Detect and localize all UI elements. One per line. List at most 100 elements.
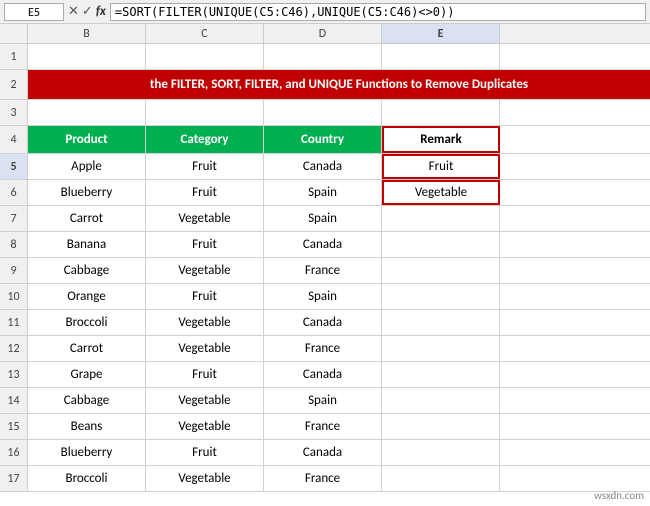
row-num-8: 8 xyxy=(0,232,28,257)
cell-c10[interactable]: Fruit xyxy=(146,284,264,309)
cell-d17[interactable]: France xyxy=(264,466,382,491)
cell-d15[interactable]: France xyxy=(264,414,382,439)
cell-b7[interactable]: Carrot xyxy=(28,206,146,231)
row-7: 7 Carrot Vegetable Spain xyxy=(0,206,650,232)
cell-c7[interactable]: Vegetable xyxy=(146,206,264,231)
row-4: 4 Product Category Country Remark xyxy=(0,126,650,154)
cell-b11[interactable]: Broccoli xyxy=(28,310,146,335)
cell-e13[interactable] xyxy=(382,362,500,387)
cell-c1[interactable] xyxy=(146,44,264,69)
row-num-2: 2 xyxy=(0,70,28,99)
row-num-3: 3 xyxy=(0,100,28,125)
cell-e14[interactable] xyxy=(382,388,500,413)
row-6: 6 Blueberry Fruit Spain Vegetable xyxy=(0,180,650,206)
cell-e8[interactable] xyxy=(382,232,500,257)
row-2: 2 the FILTER, SORT, FILTER, and UNIQUE F… xyxy=(0,70,650,100)
cell-c3[interactable] xyxy=(146,100,264,125)
row-num-11: 11 xyxy=(0,310,28,335)
col-header-c[interactable]: C xyxy=(146,24,264,43)
cell-b12[interactable]: Carrot xyxy=(28,336,146,361)
col-header-d[interactable]: D xyxy=(264,24,382,43)
cell-e9[interactable] xyxy=(382,258,500,283)
row-5: 5 Apple Fruit Canada Fruit xyxy=(0,154,650,180)
cell-c15[interactable]: Vegetable xyxy=(146,414,264,439)
row-num-12: 12 xyxy=(0,336,28,361)
cell-d1[interactable] xyxy=(264,44,382,69)
col-header-e[interactable]: E xyxy=(382,24,500,43)
cell-d11[interactable]: Canada xyxy=(264,310,382,335)
cell-d8[interactable]: Canada xyxy=(264,232,382,257)
row-17: 17 Broccoli Vegetable France xyxy=(0,466,650,492)
cell-e11[interactable] xyxy=(382,310,500,335)
cell-c12[interactable]: Vegetable xyxy=(146,336,264,361)
cell-c13[interactable]: Fruit xyxy=(146,362,264,387)
cell-reference[interactable]: E5 xyxy=(4,3,64,21)
cell-b1[interactable] xyxy=(28,44,146,69)
cell-d12[interactable]: France xyxy=(264,336,382,361)
row-num-13: 13 xyxy=(0,362,28,387)
cell-b13[interactable]: Grape xyxy=(28,362,146,387)
row-num-4: 4 xyxy=(0,126,28,153)
cell-d16[interactable]: Canada xyxy=(264,440,382,465)
header-remark[interactable]: Remark xyxy=(382,126,500,153)
cell-d3[interactable] xyxy=(264,100,382,125)
row-10: 10 Orange Fruit Spain xyxy=(0,284,650,310)
row-num-1: 1 xyxy=(0,44,28,69)
column-headers: B C D E xyxy=(0,24,650,44)
cell-e16[interactable] xyxy=(382,440,500,465)
cell-b3[interactable] xyxy=(28,100,146,125)
cell-b8[interactable]: Banana xyxy=(28,232,146,257)
cell-b6[interactable]: Blueberry xyxy=(28,180,146,205)
spreadsheet: 1 2 the FILTER, SORT, FILTER, and UNIQUE… xyxy=(0,44,650,154)
cell-c8[interactable]: Fruit xyxy=(146,232,264,257)
cell-e7[interactable] xyxy=(382,206,500,231)
cell-e3[interactable] xyxy=(382,100,500,125)
cell-b15[interactable]: Beans xyxy=(28,414,146,439)
cell-d7[interactable]: Spain xyxy=(264,206,382,231)
row-1: 1 xyxy=(0,44,650,70)
cell-c5[interactable]: Fruit xyxy=(146,154,264,179)
cell-b14[interactable]: Cabbage xyxy=(28,388,146,413)
cell-c16[interactable]: Fruit xyxy=(146,440,264,465)
col-header-rownum xyxy=(0,24,28,43)
cell-c17[interactable]: Vegetable xyxy=(146,466,264,491)
cell-b17[interactable]: Broccoli xyxy=(28,466,146,491)
row-num-6: 6 xyxy=(0,180,28,205)
cancel-icon[interactable]: ✕ xyxy=(68,4,79,19)
cell-e17[interactable] xyxy=(382,466,500,491)
cell-e15[interactable] xyxy=(382,414,500,439)
cell-e12[interactable] xyxy=(382,336,500,361)
cell-d10[interactable]: Spain xyxy=(264,284,382,309)
cell-e6[interactable]: Vegetable xyxy=(382,180,500,205)
banner-cell: the FILTER, SORT, FILTER, and UNIQUE Fun… xyxy=(28,70,650,99)
col-header-b[interactable]: B xyxy=(28,24,146,43)
cell-d5[interactable]: Canada xyxy=(264,154,382,179)
row-9: 9 Cabbage Vegetable France xyxy=(0,258,650,284)
cell-d13[interactable]: Canada xyxy=(264,362,382,387)
cell-e10[interactable] xyxy=(382,284,500,309)
fx-icon: fx xyxy=(96,4,106,19)
formula-input[interactable]: =SORT(FILTER(UNIQUE(C5:C46),UNIQUE(C5:C4… xyxy=(110,3,646,21)
cell-c6[interactable]: Fruit xyxy=(146,180,264,205)
row-num-14: 14 xyxy=(0,388,28,413)
cell-d14[interactable]: Spain xyxy=(264,388,382,413)
cell-b16[interactable]: Blueberry xyxy=(28,440,146,465)
cell-b9[interactable]: Cabbage xyxy=(28,258,146,283)
cell-b10[interactable]: Orange xyxy=(28,284,146,309)
cell-e1[interactable] xyxy=(382,44,500,69)
cell-e5[interactable]: Fruit xyxy=(382,154,500,179)
cell-c9[interactable]: Vegetable xyxy=(146,258,264,283)
row-12: 12 Carrot Vegetable France xyxy=(0,336,650,362)
header-product[interactable]: Product xyxy=(28,126,146,153)
confirm-icon[interactable]: ✓ xyxy=(82,4,93,19)
row-num-16: 16 xyxy=(0,440,28,465)
header-category[interactable]: Category xyxy=(146,126,264,153)
cell-c14[interactable]: Vegetable xyxy=(146,388,264,413)
row-14: 14 Cabbage Vegetable Spain xyxy=(0,388,650,414)
cell-d6[interactable]: Spain xyxy=(264,180,382,205)
cell-c11[interactable]: Vegetable xyxy=(146,310,264,335)
header-country[interactable]: Country xyxy=(264,126,382,153)
cell-b5[interactable]: Apple xyxy=(28,154,146,179)
row-num-7: 7 xyxy=(0,206,28,231)
cell-d9[interactable]: France xyxy=(264,258,382,283)
